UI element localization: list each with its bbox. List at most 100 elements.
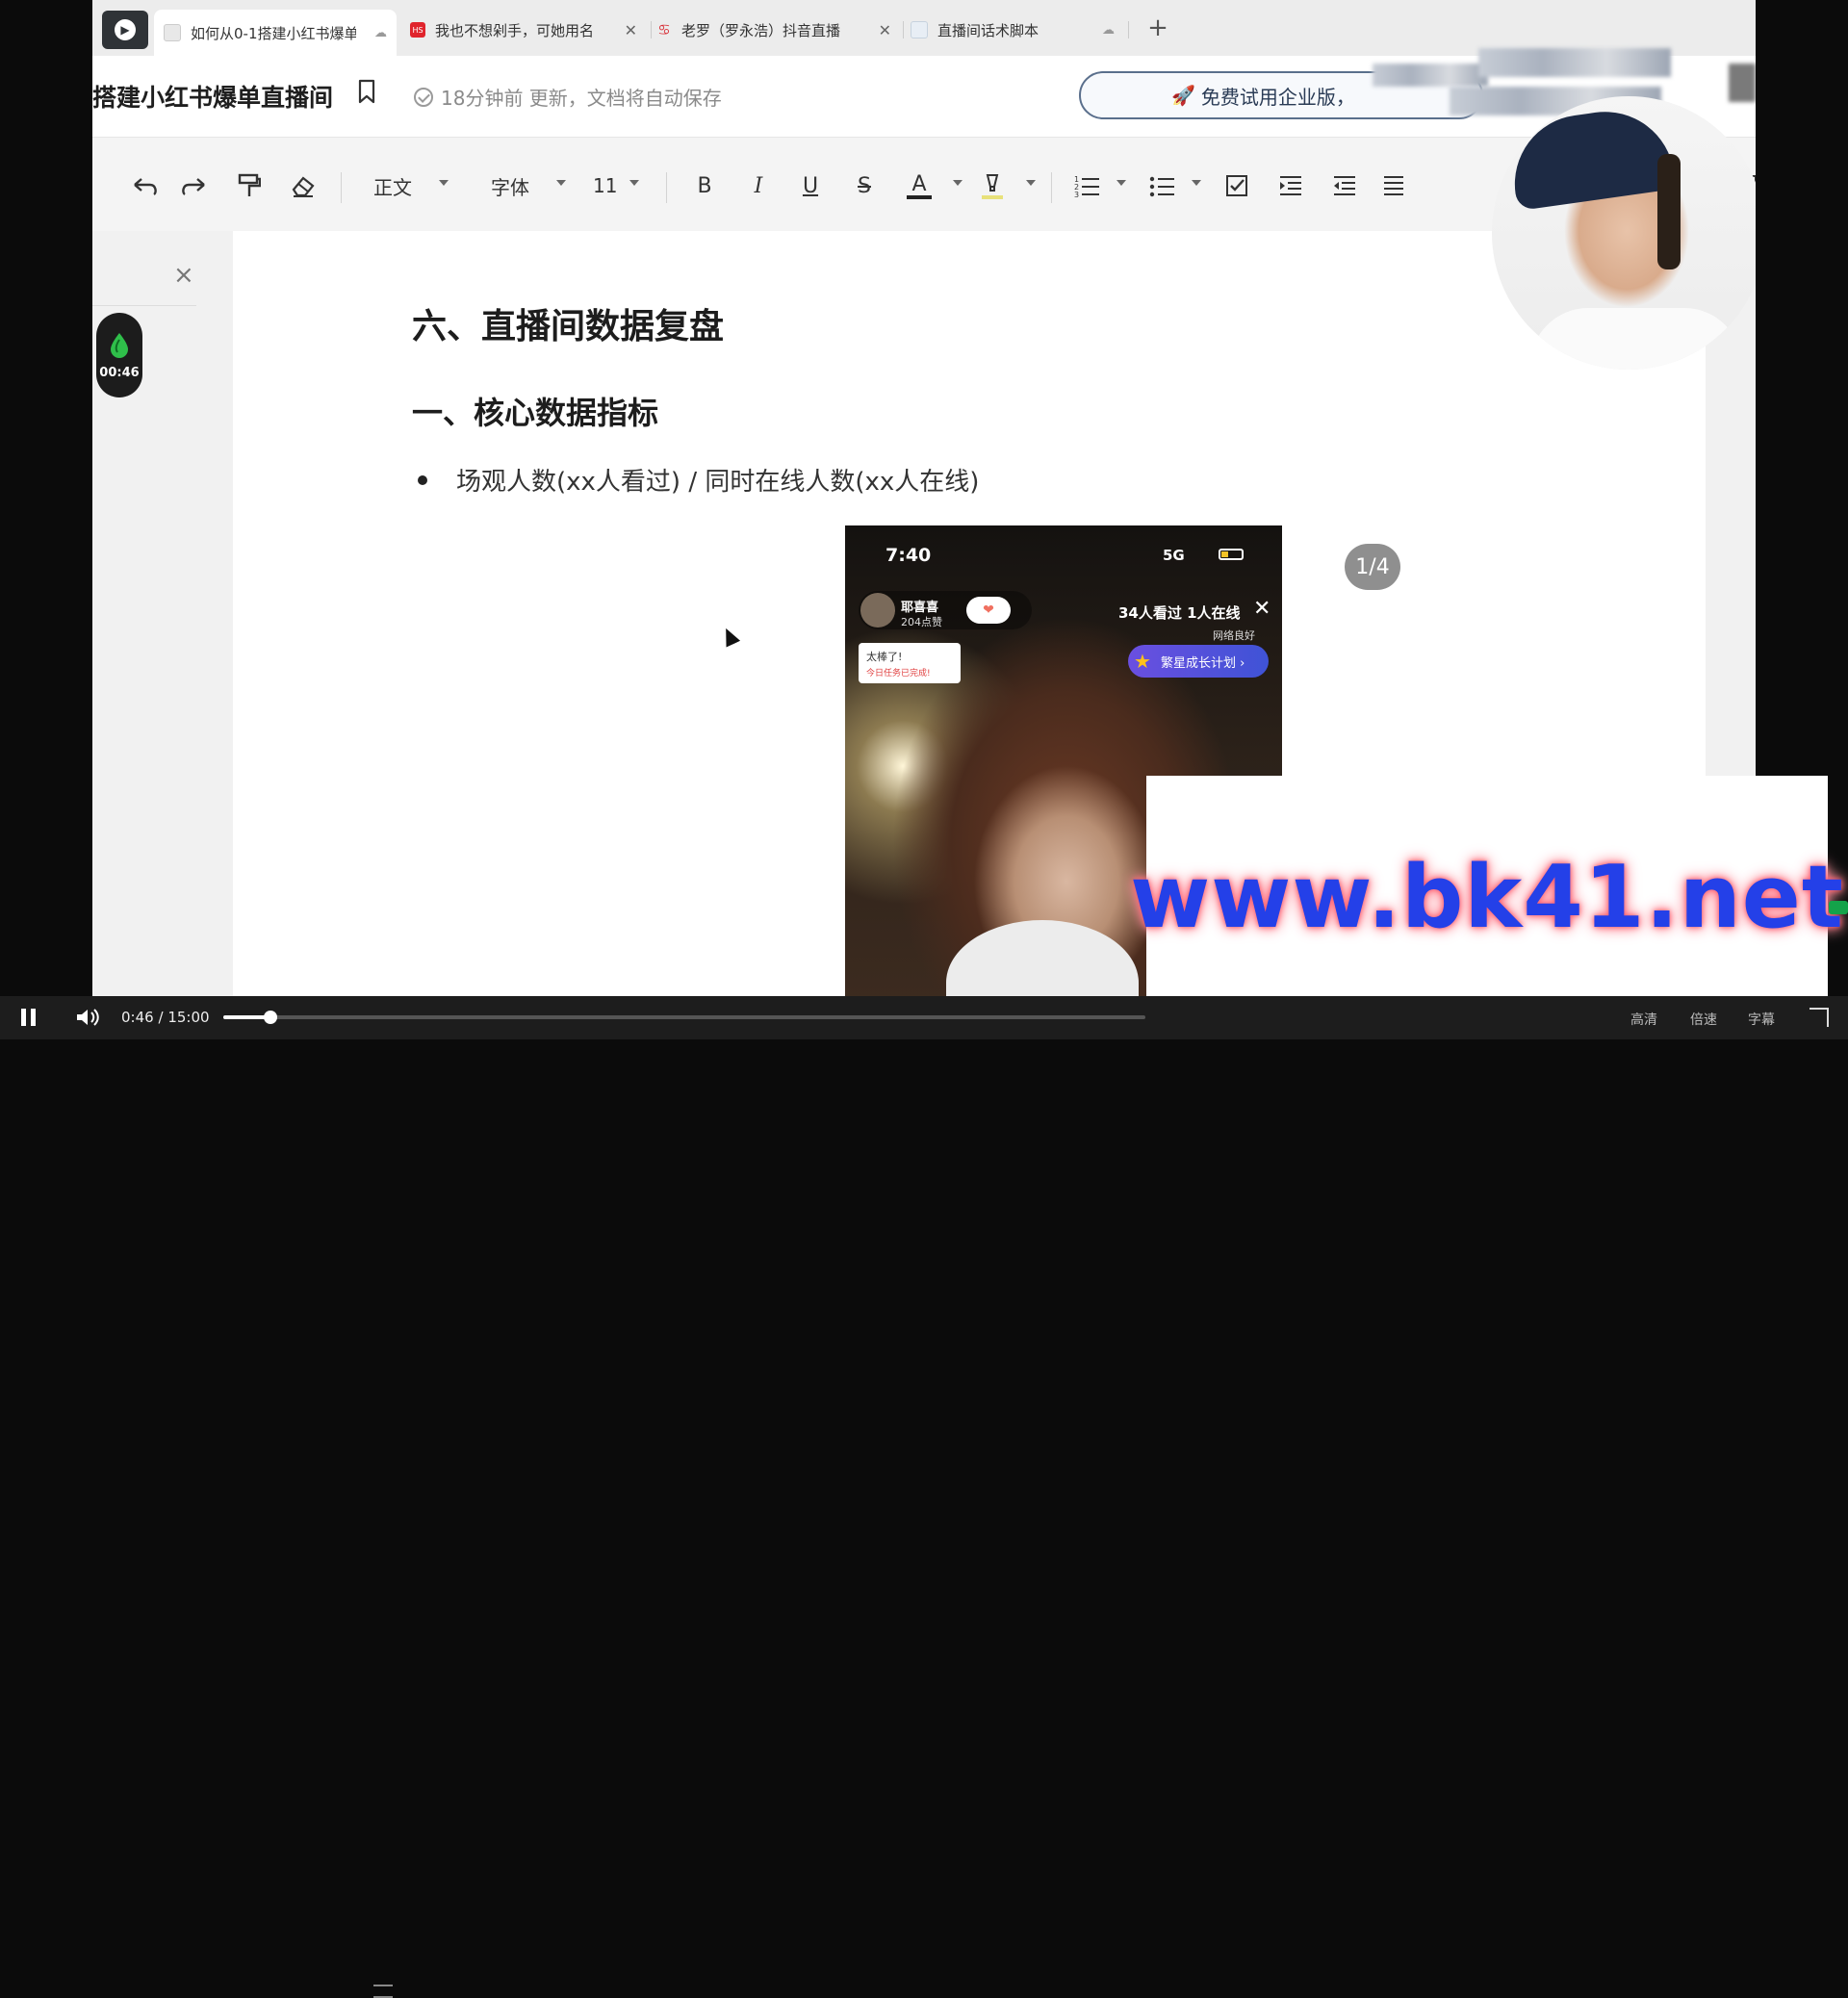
numbered-list-icon[interactable]: 123 [1074,172,1101,199]
redo-icon[interactable] [177,172,210,199]
red-app-icon: HS [410,22,425,38]
bookmark-icon[interactable] [358,79,375,104]
status-signal: 5G [1163,547,1185,564]
chevron-down-icon[interactable] [439,180,449,186]
indent-increase-icon[interactable] [1278,172,1303,199]
free-trial-label: 免费试用企业版， [1200,85,1355,109]
time-display: 0:46 / 15:00 [121,1009,210,1026]
document-icon [911,21,928,38]
font-size-select[interactable]: 11 [593,172,617,199]
italic-button[interactable]: I [747,172,770,199]
checkbox-list-icon[interactable] [1224,172,1249,199]
quality-button[interactable]: 高清 [1630,1010,1657,1029]
duration: 15:00 [167,1009,210,1026]
chat-icon[interactable] [1829,901,1848,914]
task-title: 太棒了! [866,651,903,663]
current-time: 0:46 [121,1009,154,1026]
watermark: www.bk41.net [1130,776,1843,1018]
save-status: 18分钟前 更新，文档将自动保存 [414,83,722,111]
bold-button[interactable]: B [693,172,716,199]
eraser-icon[interactable] [289,172,318,199]
star-icon: ★ [1134,650,1151,673]
chevron-down-icon[interactable] [1026,180,1036,186]
network-status: 网络良好 [1213,629,1255,642]
presenter-hair [1657,154,1681,269]
tab-doc-2[interactable]: HS 我也不想剁手，可她用名 ✕ [400,11,647,49]
task-subtitle: 今日任务已完成! [866,669,931,679]
drag-handle-icon[interactable] [373,1985,393,1998]
heading-2[interactable]: 一、核心数据指标 [412,389,658,433]
speed-button[interactable]: 倍速 [1690,1010,1717,1029]
timer-label: 00:46 [99,365,140,380]
toolbar-divider [666,172,667,203]
recording-timer[interactable]: 00:46 [96,313,142,397]
subtitle-button[interactable]: 字幕 [1748,1010,1775,1029]
battery-icon [1219,549,1244,560]
format-painter-icon[interactable] [235,172,264,199]
rocket-icon: 🚀 [1171,84,1195,107]
bullet-list-icon[interactable] [1149,172,1176,199]
close-icon: ✕ [1253,597,1271,621]
bullet-icon [418,474,427,485]
status-time: 7:40 [886,545,932,566]
douyin-icon: ♋ [657,21,671,38]
underline-button[interactable]: U [799,172,822,199]
avatar[interactable] [1729,64,1756,102]
strikethrough-button[interactable]: S [853,172,876,199]
app-logo[interactable]: ▶ [102,11,148,49]
growth-plan-badge: ★ 繁星成长计划 › [1128,645,1269,678]
list-item-text: 场观人数(xx人看过) / 同时在线人数(xx人在线) [456,468,980,497]
chevron-down-icon[interactable] [953,180,962,186]
task-card: 太棒了! 今日任务已完成! [859,643,961,683]
undo-icon[interactable] [129,172,162,199]
avatar [860,593,895,628]
chevron-down-icon[interactable] [556,180,566,186]
host-likes: 204点赞 [901,616,942,628]
check-circle-icon [414,87,433,107]
doc-title[interactable]: 搭建小红书爆单直播间 [92,79,333,114]
outline-panel: × [92,231,196,308]
highlight-icon[interactable] [980,172,1005,199]
save-status-text: 18分钟前 更新，文档将自动保存 [441,87,722,110]
viewer-count: 34人看过 1人在线 [1118,604,1241,622]
webcam-overlay [1492,96,1756,370]
seek-bar[interactable] [223,1011,1145,1024]
svg-text:3: 3 [1074,191,1079,197]
pause-icon[interactable] [21,1009,37,1026]
tab-doc-1[interactable]: 如何从0-1搭建小红书爆单 ☁ [154,10,397,56]
video-player-controls: 0:46 / 15:00 高清 倍速 字幕 [0,996,1848,1998]
font-family-select[interactable]: 字体 [491,172,529,199]
growth-plan-label: 繁星成长计划 › [1161,655,1245,671]
chevron-down-icon[interactable] [1116,180,1126,186]
new-tab-button[interactable]: + [1143,13,1172,42]
tab-label: 直播间话术脚本 [937,21,1040,39]
close-panel-icon[interactable]: × [173,261,194,290]
font-color-button[interactable]: A [907,172,932,199]
list-item[interactable]: 场观人数(xx人看过) / 同时在线人数(xx人在线) [418,462,979,498]
tab-separator [1128,21,1129,38]
close-icon[interactable]: ✕ [871,21,891,39]
presenter-shirt [1530,308,1742,370]
blurred-region [1373,64,1488,87]
cloud-icon: ☁ [374,25,387,40]
divider [92,305,196,306]
volume-icon[interactable] [75,1007,100,1028]
chevron-down-icon[interactable] [1192,180,1201,186]
paragraph-style-select[interactable]: 正文 [373,172,412,199]
seek-handle[interactable] [263,1011,277,1024]
blurred-region [1478,48,1671,77]
close-icon[interactable]: ✕ [617,21,637,39]
tab-script-4[interactable]: 直播间话术脚本 ☁ [901,11,1124,49]
chevron-down-icon[interactable] [629,180,639,186]
document-header: 搭建小红书爆单直播间 18分钟前 更新，文档将自动保存 🚀 免费试用企业版， [92,48,1756,138]
indent-decrease-icon[interactable] [1332,172,1357,199]
heart-icon: ❤ [966,597,1011,624]
cloud-icon: ☁ [1102,22,1115,38]
tab-live-3[interactable]: ♋ 老罗（罗永浩）抖音直播 ✕ [647,11,901,49]
fullscreen-icon[interactable] [1810,1008,1829,1027]
tab-label: 我也不想剁手，可她用名 [435,21,595,39]
heading-1[interactable]: 六、直播间数据复盘 [412,298,724,348]
play-icon: ▶ [115,19,136,40]
host-name: 耶喜喜 [901,601,939,615]
align-icon[interactable] [1384,172,1403,199]
